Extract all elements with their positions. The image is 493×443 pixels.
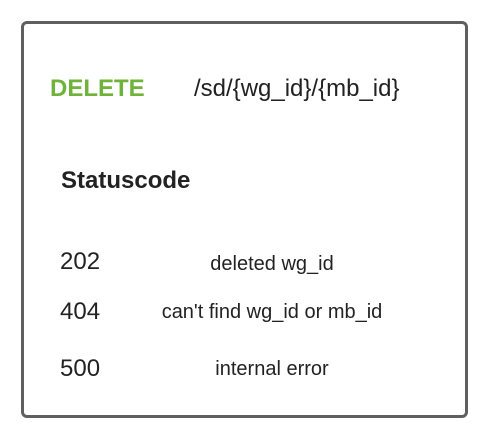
endpoint-path: /sd/{wg_id}/{mb_id}: [194, 75, 400, 102]
api-endpoint-card: DELETE /sd/{wg_id}/{mb_id} Statuscode 20…: [21, 21, 468, 418]
statuscode-heading: Statuscode: [61, 167, 191, 194]
http-method-label: DELETE: [50, 75, 145, 102]
status-description-500: internal error: [215, 358, 329, 380]
status-description-404: can't find wg_id or mb_id: [161, 301, 383, 323]
status-code-404: 404: [60, 298, 101, 325]
status-code-500: 500: [60, 355, 101, 382]
status-code-202: 202: [60, 248, 101, 275]
status-description-202: deleted wg_id: [210, 253, 334, 275]
